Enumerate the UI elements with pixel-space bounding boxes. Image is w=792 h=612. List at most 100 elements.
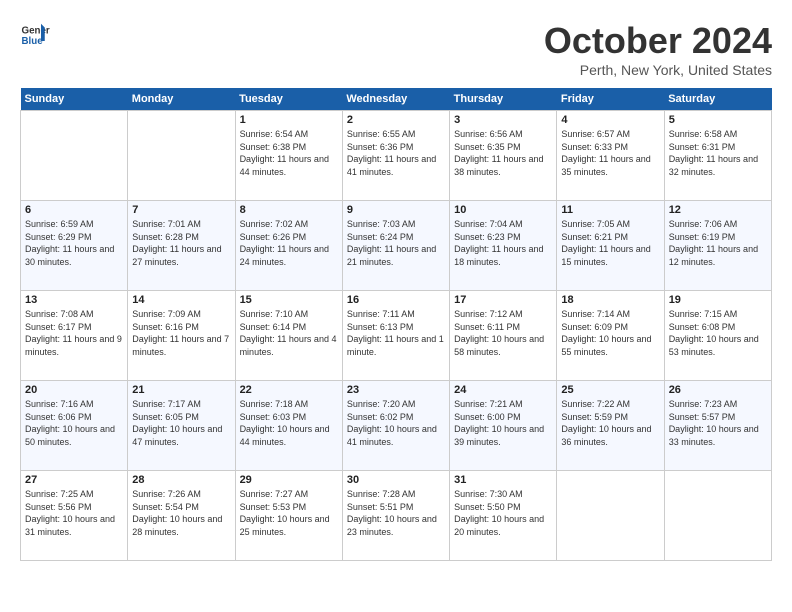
calendar-cell: 24 Sunrise: 7:21 AMSunset: 6:00 PMDayligh… — [450, 381, 557, 471]
day-info: Sunrise: 7:21 AMSunset: 6:00 PMDaylight:… — [454, 398, 552, 448]
calendar-cell — [557, 471, 664, 561]
calendar-cell: 27 Sunrise: 7:25 AMSunset: 5:56 PMDayligh… — [21, 471, 128, 561]
calendar-cell: 19 Sunrise: 7:15 AMSunset: 6:08 PMDayligh… — [664, 291, 771, 381]
day-number: 31 — [454, 474, 552, 486]
calendar-cell: 2Sunrise: 6:55 AMSunset: 6:36 PMDaylight… — [342, 111, 449, 201]
calendar-week-row: 20 Sunrise: 7:16 AMSunset: 6:06 PMDayligh… — [21, 381, 772, 471]
day-info: Sunrise: 6:55 AMSunset: 6:36 PMDaylight:… — [347, 128, 445, 178]
calendar-cell: 28 Sunrise: 7:26 AMSunset: 5:54 PMDayligh… — [128, 471, 235, 561]
day-of-week-header: Saturday — [664, 88, 771, 111]
day-number: 19 — [669, 294, 767, 306]
day-info: Sunrise: 7:27 AMSunset: 5:53 PMDaylight:… — [240, 488, 338, 538]
calendar-cell: 5 Sunrise: 6:58 AMSunset: 6:31 PMDaylight… — [664, 111, 771, 201]
day-number: 5 — [669, 114, 767, 126]
day-info: Sunrise: 7:22 AMSunset: 5:59 PMDaylight:… — [561, 398, 659, 448]
calendar-week-row: 6Sunrise: 6:59 AMSunset: 6:29 PMDaylight… — [21, 201, 772, 291]
day-info: Sunrise: 6:54 AMSunset: 6:38 PMDaylight:… — [240, 128, 338, 178]
day-info: Sunrise: 7:09 AMSunset: 6:16 PMDaylight:… — [132, 308, 230, 358]
day-of-week-header: Tuesday — [235, 88, 342, 111]
calendar-cell: 9 Sunrise: 7:03 AMSunset: 6:24 PMDaylight… — [342, 201, 449, 291]
day-info: Sunrise: 7:04 AMSunset: 6:23 PMDaylight:… — [454, 218, 552, 268]
calendar-cell — [21, 111, 128, 201]
day-number: 11 — [561, 204, 659, 216]
day-number: 10 — [454, 204, 552, 216]
calendar-cell: 31 Sunrise: 7:30 AMSunset: 5:50 PMDayligh… — [450, 471, 557, 561]
calendar-cell: 22Sunrise: 7:18 AMSunset: 6:03 PMDayligh… — [235, 381, 342, 471]
day-info: Sunrise: 7:06 AMSunset: 6:19 PMDaylight:… — [669, 218, 767, 268]
location-subtitle: Perth, New York, United States — [544, 62, 772, 78]
calendar-table: SundayMondayTuesdayWednesdayThursdayFrid… — [20, 88, 772, 561]
logo: General Blue — [20, 20, 50, 50]
svg-text:General: General — [22, 26, 51, 37]
calendar-cell: 13 Sunrise: 7:08 AMSunset: 6:17 PMDayligh… — [21, 291, 128, 381]
day-number: 30 — [347, 474, 445, 486]
calendar-header-row: SundayMondayTuesdayWednesdayThursdayFrid… — [21, 88, 772, 111]
day-number: 8 — [240, 204, 338, 216]
day-info: Sunrise: 7:30 AMSunset: 5:50 PMDaylight:… — [454, 488, 552, 538]
day-number: 25 — [561, 384, 659, 396]
title-block: October 2024 Perth, New York, United Sta… — [544, 20, 772, 78]
calendar-cell: 15 Sunrise: 7:10 AMSunset: 6:14 PMDayligh… — [235, 291, 342, 381]
day-info: Sunrise: 7:11 AMSunset: 6:13 PMDaylight:… — [347, 308, 445, 358]
day-info: Sunrise: 7:26 AMSunset: 5:54 PMDaylight:… — [132, 488, 230, 538]
day-info: Sunrise: 7:17 AMSunset: 6:05 PMDaylight:… — [132, 398, 230, 448]
svg-text:Blue: Blue — [22, 36, 44, 47]
calendar-cell: 29Sunrise: 7:27 AMSunset: 5:53 PMDayligh… — [235, 471, 342, 561]
day-number: 27 — [25, 474, 123, 486]
day-info: Sunrise: 7:12 AMSunset: 6:11 PMDaylight:… — [454, 308, 552, 358]
day-info: Sunrise: 7:23 AMSunset: 5:57 PMDaylight:… — [669, 398, 767, 448]
day-number: 24 — [454, 384, 552, 396]
day-info: Sunrise: 6:56 AMSunset: 6:35 PMDaylight:… — [454, 128, 552, 178]
day-info: Sunrise: 6:59 AMSunset: 6:29 PMDaylight:… — [25, 218, 123, 268]
day-number: 12 — [669, 204, 767, 216]
day-info: Sunrise: 7:10 AMSunset: 6:14 PMDaylight:… — [240, 308, 338, 358]
calendar-cell: 12 Sunrise: 7:06 AMSunset: 6:19 PMDayligh… — [664, 201, 771, 291]
day-info: Sunrise: 7:01 AMSunset: 6:28 PMDaylight:… — [132, 218, 230, 268]
day-number: 20 — [25, 384, 123, 396]
calendar-cell: 4Sunrise: 6:57 AMSunset: 6:33 PMDaylight… — [557, 111, 664, 201]
day-info: Sunrise: 7:28 AMSunset: 5:51 PMDaylight:… — [347, 488, 445, 538]
day-number: 4 — [561, 114, 659, 126]
day-number: 14 — [132, 294, 230, 306]
calendar-cell: 25 Sunrise: 7:22 AMSunset: 5:59 PMDayligh… — [557, 381, 664, 471]
day-info: Sunrise: 7:03 AMSunset: 6:24 PMDaylight:… — [347, 218, 445, 268]
calendar-week-row: 1 Sunrise: 6:54 AMSunset: 6:38 PMDaylight… — [21, 111, 772, 201]
calendar-cell: 26 Sunrise: 7:23 AMSunset: 5:57 PMDayligh… — [664, 381, 771, 471]
calendar-cell: 20 Sunrise: 7:16 AMSunset: 6:06 PMDayligh… — [21, 381, 128, 471]
day-number: 1 — [240, 114, 338, 126]
calendar-cell: 17Sunrise: 7:12 AMSunset: 6:11 PMDayligh… — [450, 291, 557, 381]
day-info: Sunrise: 7:02 AMSunset: 6:26 PMDaylight:… — [240, 218, 338, 268]
logo-icon: General Blue — [20, 20, 50, 50]
day-info: Sunrise: 6:58 AMSunset: 6:31 PMDaylight:… — [669, 128, 767, 178]
month-title: October 2024 — [544, 20, 772, 62]
day-info: Sunrise: 7:16 AMSunset: 6:06 PMDaylight:… — [25, 398, 123, 448]
day-number: 26 — [669, 384, 767, 396]
day-of-week-header: Sunday — [21, 88, 128, 111]
calendar-cell — [664, 471, 771, 561]
day-number: 13 — [25, 294, 123, 306]
day-of-week-header: Monday — [128, 88, 235, 111]
day-number: 21 — [132, 384, 230, 396]
calendar-cell: 7Sunrise: 7:01 AMSunset: 6:28 PMDaylight… — [128, 201, 235, 291]
day-info: Sunrise: 7:25 AMSunset: 5:56 PMDaylight:… — [25, 488, 123, 538]
calendar-cell: 1 Sunrise: 6:54 AMSunset: 6:38 PMDaylight… — [235, 111, 342, 201]
calendar-cell: 6Sunrise: 6:59 AMSunset: 6:29 PMDaylight… — [21, 201, 128, 291]
day-info: Sunrise: 7:15 AMSunset: 6:08 PMDaylight:… — [669, 308, 767, 358]
day-number: 3 — [454, 114, 552, 126]
day-info: Sunrise: 7:05 AMSunset: 6:21 PMDaylight:… — [561, 218, 659, 268]
day-number: 15 — [240, 294, 338, 306]
day-info: Sunrise: 7:18 AMSunset: 6:03 PMDaylight:… — [240, 398, 338, 448]
day-number: 18 — [561, 294, 659, 306]
day-info: Sunrise: 7:14 AMSunset: 6:09 PMDaylight:… — [561, 308, 659, 358]
day-number: 23 — [347, 384, 445, 396]
day-number: 28 — [132, 474, 230, 486]
day-info: Sunrise: 7:08 AMSunset: 6:17 PMDaylight:… — [25, 308, 123, 358]
day-of-week-header: Thursday — [450, 88, 557, 111]
calendar-cell: 10 Sunrise: 7:04 AMSunset: 6:23 PMDayligh… — [450, 201, 557, 291]
calendar-cell: 30 Sunrise: 7:28 AMSunset: 5:51 PMDayligh… — [342, 471, 449, 561]
calendar-cell: 18 Sunrise: 7:14 AMSunset: 6:09 PMDayligh… — [557, 291, 664, 381]
day-number: 16 — [347, 294, 445, 306]
calendar-week-row: 13 Sunrise: 7:08 AMSunset: 6:17 PMDayligh… — [21, 291, 772, 381]
calendar-cell: 14 Sunrise: 7:09 AMSunset: 6:16 PMDayligh… — [128, 291, 235, 381]
day-number: 9 — [347, 204, 445, 216]
